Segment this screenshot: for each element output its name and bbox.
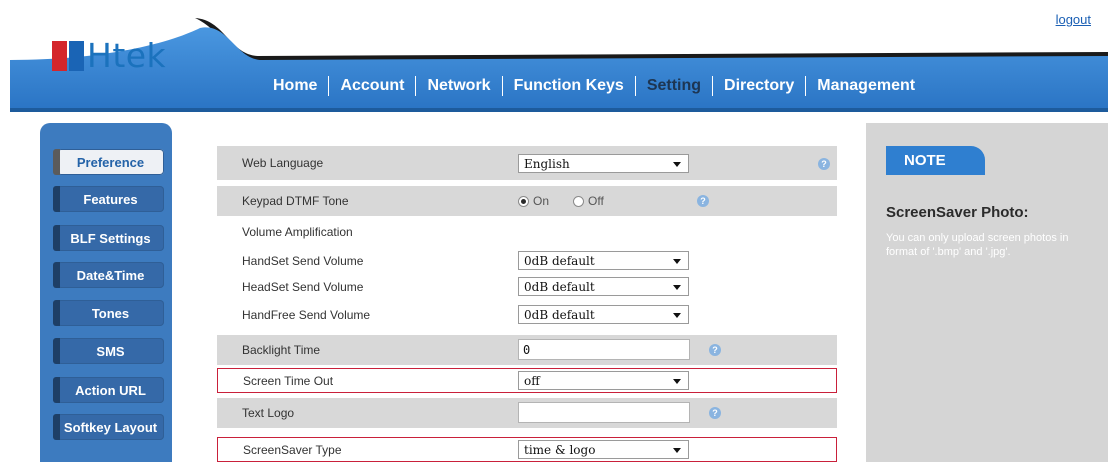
chevron-down-icon (673, 285, 681, 290)
chevron-down-icon (673, 448, 681, 453)
chevron-down-icon (673, 162, 681, 167)
help-icon[interactable]: ? (697, 195, 709, 207)
settings-form: Web Language English ? Keypad DTMF Tone … (217, 141, 837, 462)
keypad-dtmf-label: Keypad DTMF Tone (242, 194, 349, 208)
sidebar-item-tones[interactable]: Tones (53, 300, 164, 326)
row-keypad-dtmf-tone: Keypad DTMF Tone On Off ? (217, 186, 837, 216)
row-screensaver-type: ScreenSaver Type time & logo (217, 437, 837, 462)
chevron-down-icon (673, 259, 681, 264)
note-body: You can only upload screen photos in for… (886, 232, 1069, 258)
logo-text: Htek (87, 36, 167, 75)
help-icon[interactable]: ? (709, 407, 721, 419)
sidebar-item-softkey-layout[interactable]: Softkey Layout (53, 414, 164, 440)
dtmf-on-radio[interactable] (518, 195, 529, 207)
note-tab: NOTE (886, 146, 985, 175)
row-backlight-time: Backlight Time 0 ? (217, 335, 837, 365)
nav-network[interactable]: Network (416, 77, 501, 95)
nav-directory[interactable]: Directory (713, 77, 805, 95)
help-icon[interactable]: ? (818, 158, 830, 170)
note-title: ScreenSaver Photo: (886, 204, 1029, 221)
nav-home[interactable]: Home (262, 77, 328, 95)
dtmf-off-radio[interactable] (573, 195, 585, 207)
row-screen-time-out: Screen Time Out off (217, 368, 837, 393)
sidebar-item-sms[interactable]: SMS (53, 338, 164, 364)
headset-volume-select[interactable]: 0dB default (518, 277, 689, 296)
nav-management[interactable]: Management (806, 77, 926, 95)
row-volume-amplification: Volume Amplification (217, 220, 837, 244)
headset-volume-label: HeadSet Send Volume (242, 280, 364, 294)
chevron-down-icon (673, 313, 681, 318)
text-logo-label: Text Logo (242, 406, 295, 420)
main-nav: Home Account Network Function Keys Setti… (262, 73, 926, 99)
row-text-logo: Text Logo ? (217, 398, 837, 428)
backlight-time-input[interactable]: 0 (518, 339, 690, 360)
sidebar-item-date-time[interactable]: Date&Time (53, 262, 164, 288)
logout-link[interactable]: logout (1056, 12, 1091, 27)
row-web-language: Web Language English ? (217, 146, 837, 180)
text-logo-input[interactable] (518, 402, 690, 423)
nav-function-keys[interactable]: Function Keys (503, 77, 635, 95)
screen-time-out-select[interactable]: off (518, 371, 689, 390)
handset-volume-select[interactable]: 0dB default (518, 251, 689, 270)
row-handset-send-volume: HandSet Send Volume 0dB default (217, 249, 837, 273)
sidebar-item-blf-settings[interactable]: BLF Settings (53, 225, 164, 251)
backlight-time-label: Backlight Time (242, 343, 321, 357)
handset-volume-label: HandSet Send Volume (242, 254, 364, 268)
screensaver-type-select[interactable]: time & logo (518, 440, 689, 459)
sidebar-item-features[interactable]: Features (53, 186, 164, 212)
handfree-volume-select[interactable]: 0dB default (518, 305, 689, 324)
chevron-down-icon (673, 379, 681, 384)
header-swoosh (10, 18, 1108, 112)
sidebar-item-action-url[interactable]: Action URL (53, 377, 164, 403)
screen-time-out-label: Screen Time Out (243, 373, 334, 388)
row-handfree-send-volume: HandFree Send Volume 0dB default (217, 303, 837, 327)
nav-account[interactable]: Account (329, 77, 415, 95)
screensaver-type-label: ScreenSaver Type (243, 442, 342, 457)
sidebar-item-preference[interactable]: Preference (53, 149, 164, 175)
nav-setting[interactable]: Setting (636, 77, 712, 95)
help-icon[interactable]: ? (709, 344, 721, 356)
web-language-label: Web Language (242, 156, 324, 170)
htek-logo: Htek (52, 38, 166, 74)
handfree-volume-label: HandFree Send Volume (242, 308, 371, 322)
web-language-select[interactable]: English (518, 154, 689, 173)
volume-amplification-label: Volume Amplification (242, 225, 353, 239)
keypad-dtmf-radio-group: On Off (518, 194, 628, 208)
logo-mark (52, 41, 84, 71)
row-headset-send-volume: HeadSet Send Volume 0dB default (217, 275, 837, 299)
